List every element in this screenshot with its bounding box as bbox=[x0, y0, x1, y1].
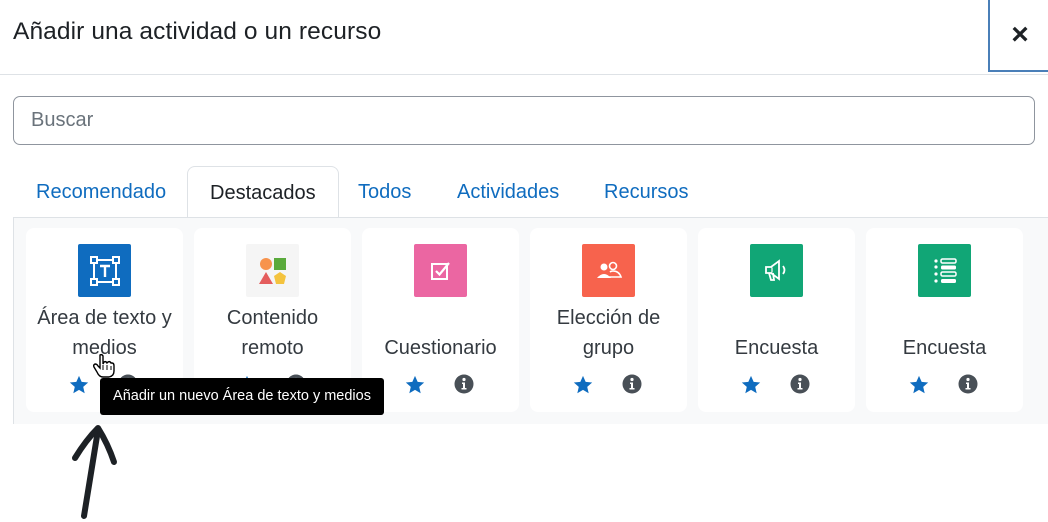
info-icon[interactable] bbox=[454, 374, 474, 394]
close-icon: × bbox=[1011, 18, 1029, 51]
annotation-arrow-icon bbox=[72, 425, 117, 519]
tab-destacados[interactable]: Destacados bbox=[187, 166, 339, 219]
hand-cursor-icon bbox=[93, 353, 115, 378]
shapes-icon bbox=[246, 244, 299, 297]
card-label: Encuesta bbox=[734, 337, 819, 359]
star-icon[interactable] bbox=[740, 374, 762, 396]
card-label-line1: Área de texto y bbox=[37, 307, 172, 329]
star-icon[interactable] bbox=[908, 374, 930, 396]
modal-header: Añadir una actividad o un recurso bbox=[0, 0, 1048, 75]
star-icon[interactable] bbox=[404, 374, 426, 396]
card-label-line2: grupo bbox=[582, 337, 635, 359]
card-label: Cuestionario bbox=[384, 337, 497, 359]
tab-todos[interactable]: Todos bbox=[358, 166, 411, 218]
tab-recomendado[interactable]: Recomendado bbox=[36, 166, 166, 218]
activity-card-quiz[interactable]: Cuestionario bbox=[362, 228, 519, 412]
card-label-line2: remoto bbox=[241, 337, 304, 359]
info-icon[interactable] bbox=[790, 374, 810, 394]
tab-bar: Recomendado Destacados Todos Actividades… bbox=[13, 166, 1035, 219]
star-icon[interactable] bbox=[68, 374, 90, 396]
star-icon[interactable] bbox=[572, 374, 594, 396]
search-input[interactable] bbox=[13, 96, 1035, 145]
info-icon[interactable] bbox=[622, 374, 642, 394]
activity-card-survey[interactable]: Encuesta bbox=[698, 228, 855, 412]
checkbox-icon bbox=[414, 244, 467, 297]
activity-card-survey-list[interactable]: Encuesta bbox=[866, 228, 1023, 412]
info-icon[interactable] bbox=[958, 374, 978, 394]
close-button[interactable]: × bbox=[988, 0, 1048, 72]
list-icon bbox=[918, 244, 971, 297]
text-area-icon bbox=[78, 244, 131, 297]
card-label: Encuesta bbox=[902, 337, 987, 359]
tab-recursos[interactable]: Recursos bbox=[604, 166, 688, 218]
modal-title: Añadir una actividad o un recurso bbox=[13, 18, 382, 45]
card-label-line1: Elección de bbox=[556, 307, 661, 329]
group-icon bbox=[582, 244, 635, 297]
card-label-line1: Contenido bbox=[226, 307, 319, 329]
tooltip: Añadir un nuevo Área de texto y medios bbox=[100, 378, 384, 415]
megaphone-icon bbox=[750, 244, 803, 297]
tab-actividades[interactable]: Actividades bbox=[457, 166, 559, 218]
activity-card-group-choice[interactable]: Elección de grupo bbox=[530, 228, 687, 412]
